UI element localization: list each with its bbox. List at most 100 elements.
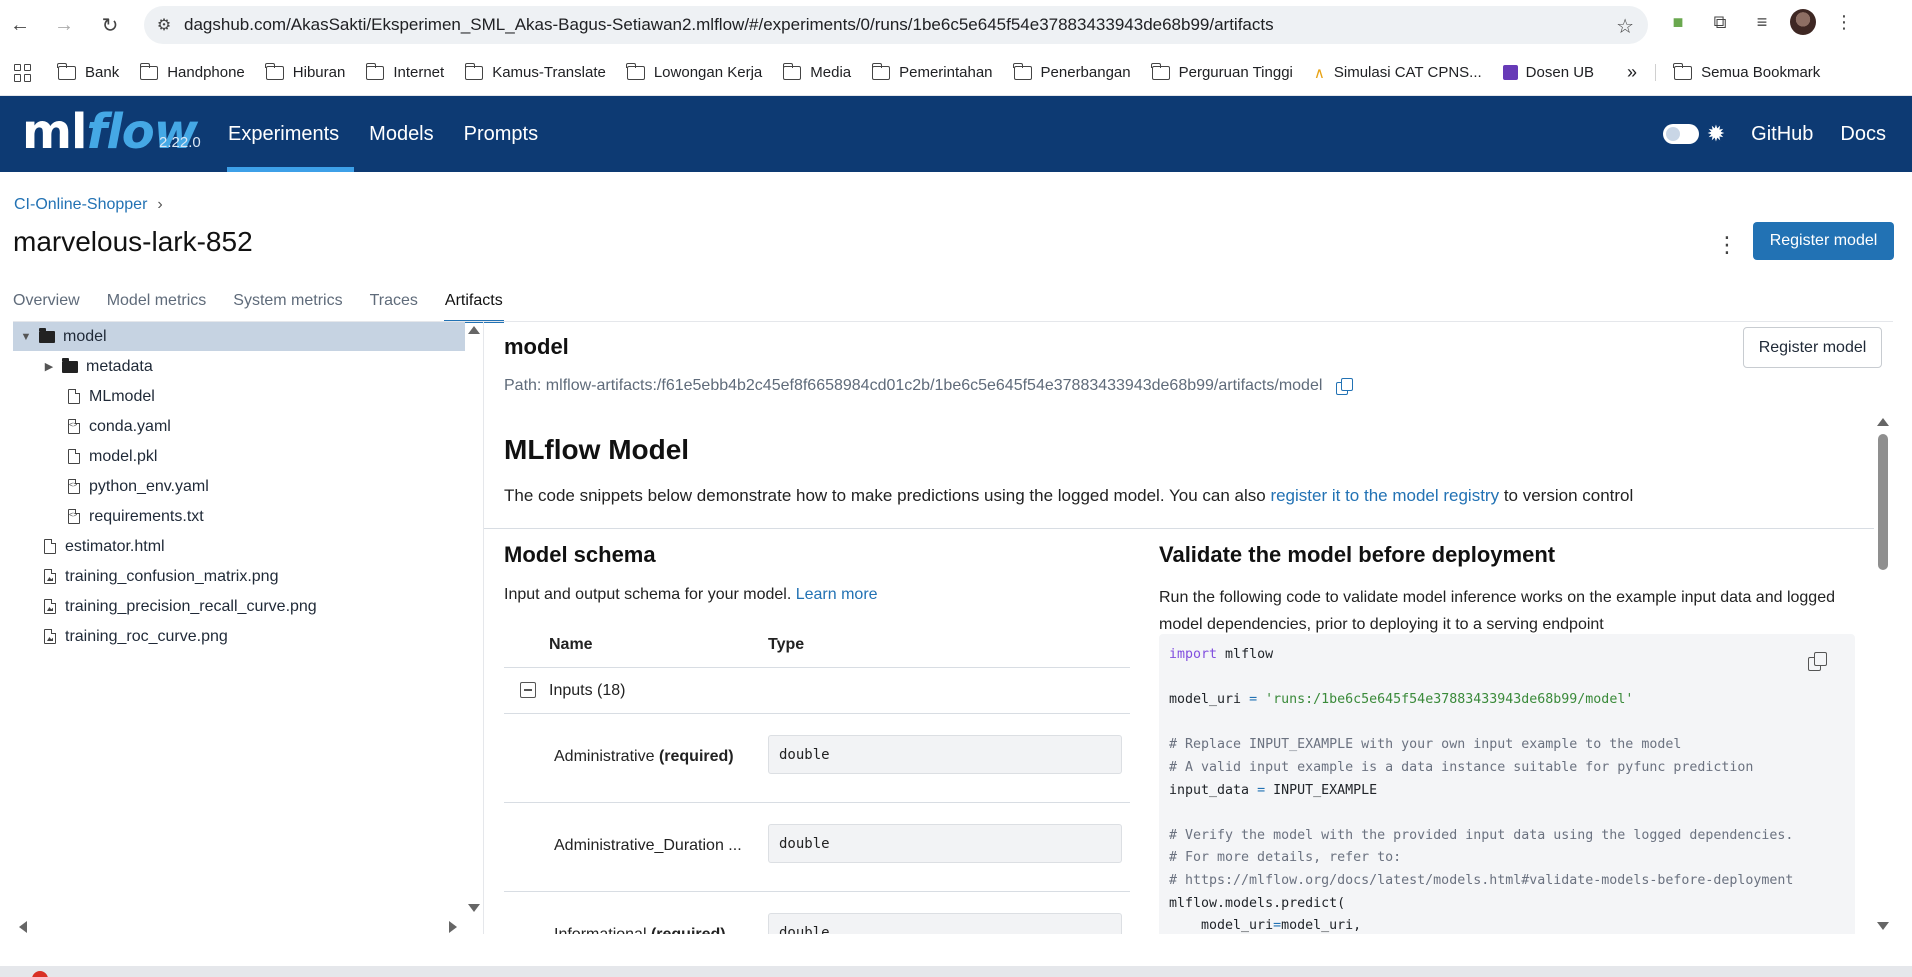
more-options-icon[interactable]: ⋮: [1716, 232, 1738, 258]
reload-icon[interactable]: ↻: [92, 7, 128, 43]
code-snippet[interactable]: import mlflow model_uri = 'runs:/1be6c5e…: [1159, 634, 1855, 934]
tree-item-mlmodel[interactable]: MLmodel: [13, 382, 465, 411]
url-text[interactable]: dagshub.com/AkasSakti/Eksperimen_SML_Aka…: [184, 15, 1274, 35]
schema-description-text: Input and output schema for your model.: [504, 586, 796, 603]
nav-prompts[interactable]: Prompts: [463, 96, 553, 172]
tree-item-roc-curve[interactable]: training_roc_curve.png: [13, 622, 465, 651]
bookmarks-bar: Bank Handphone Hiburan Internet Kamus-Tr…: [0, 50, 1912, 96]
bookmark-star-icon[interactable]: ☆: [1616, 14, 1634, 39]
schema-heading: Model schema: [504, 542, 656, 567]
scroll-down-icon[interactable]: [1877, 922, 1889, 930]
code-comment: # Replace INPUT_EXAMPLE with your own in…: [1169, 737, 1682, 753]
tree-item-conda-yaml[interactable]: conda.yaml: [13, 412, 465, 441]
bookmark-link[interactable]: Dosen UB: [1502, 64, 1594, 81]
tree-vertical-scrollbar[interactable]: [465, 322, 483, 922]
tree-item-model-pkl[interactable]: model.pkl: [13, 442, 465, 471]
inputs-group-row[interactable]: Inputs (18): [504, 668, 1130, 714]
tree-item-requirements-txt[interactable]: requirements.txt: [13, 502, 465, 531]
nav-models[interactable]: Models: [368, 96, 448, 172]
browser-menu-icon[interactable]: ⋮: [1830, 8, 1858, 36]
mlflow-logo[interactable]: mlflow: [22, 104, 198, 160]
field-name-text: Administrative_Duration ...: [554, 837, 742, 854]
docs-link[interactable]: Docs: [1840, 123, 1886, 146]
register-model-secondary-button[interactable]: Register model: [1743, 327, 1882, 368]
code-operator: =: [1257, 782, 1266, 798]
site-info-icon[interactable]: ⚙: [144, 15, 184, 35]
artifact-name: model: [504, 334, 569, 359]
code-comment: # Verify the model with the provided inp…: [1169, 827, 1794, 843]
github-link[interactable]: GitHub: [1751, 123, 1813, 146]
breadcrumb-experiment-link[interactable]: CI-Online-Shopper: [14, 196, 147, 213]
code-comment: # A valid input example is a data instan…: [1169, 759, 1754, 775]
bookmark-folder[interactable]: Handphone: [139, 62, 245, 81]
learn-more-link[interactable]: Learn more: [796, 586, 878, 603]
tree-item-label: training_precision_recall_curve.png: [65, 597, 317, 615]
copy-code-icon[interactable]: [1808, 652, 1827, 671]
code-file-icon: [68, 509, 80, 524]
dosen-favicon-icon: [1502, 65, 1518, 80]
code-text: INPUT_EXAMPLE: [1265, 782, 1378, 798]
bookmark-folder[interactable]: Perguruan Tinggi: [1151, 62, 1293, 81]
model-details-pane: MLflow Model The code snippets below dem…: [484, 412, 1874, 934]
tab-overview[interactable]: Overview: [13, 292, 80, 322]
forward-icon[interactable]: →: [46, 7, 82, 43]
taskbar-app-icon[interactable]: [32, 971, 48, 977]
tree-item-label: conda.yaml: [89, 417, 171, 435]
bookmark-folder[interactable]: Internet: [365, 62, 444, 81]
bookmark-folder[interactable]: Media: [782, 62, 851, 81]
content-vertical-scrollbar[interactable]: [1874, 412, 1892, 934]
back-icon[interactable]: ←: [2, 7, 38, 43]
tab-traces[interactable]: Traces: [370, 292, 418, 322]
tree-item-estimator-html[interactable]: estimator.html: [13, 532, 465, 561]
tree-horizontal-scrollbar[interactable]: [13, 918, 465, 934]
scroll-up-icon[interactable]: [1877, 418, 1889, 426]
tab-artifacts[interactable]: Artifacts: [443, 292, 504, 323]
simulasi-favicon-icon: ∧: [1313, 64, 1325, 82]
scroll-down-icon[interactable]: [468, 904, 480, 912]
bookmark-folder[interactable]: Bank: [57, 62, 119, 81]
reading-list-icon[interactable]: ≡: [1748, 8, 1776, 36]
scroll-left-icon[interactable]: [19, 921, 27, 933]
extensions-puzzle-icon[interactable]: ⧉: [1706, 8, 1734, 36]
bookmark-folder[interactable]: Hiburan: [265, 62, 345, 81]
address-bar[interactable]: ⚙ dagshub.com/AkasSakti/Eksperimen_SML_A…: [144, 6, 1648, 44]
tab-system-metrics[interactable]: System metrics: [233, 292, 342, 322]
bookmark-link[interactable]: ∧ Simulasi CAT CPNS...: [1314, 64, 1482, 82]
tree-item-model[interactable]: ▼ model: [13, 322, 465, 351]
register-registry-link[interactable]: register it to the model registry: [1270, 486, 1499, 505]
scrollbar-thumb[interactable]: [1878, 434, 1888, 570]
nav-experiments[interactable]: Experiments: [227, 96, 355, 172]
column-header-name: Name: [549, 636, 593, 653]
scroll-right-icon[interactable]: [449, 921, 457, 933]
apps-grid-icon[interactable]: [14, 63, 32, 82]
tree-item-metadata[interactable]: ▶ metadata: [13, 352, 465, 381]
collapse-toggle-icon[interactable]: ▼: [19, 331, 33, 343]
file-icon: [68, 389, 80, 404]
collapse-minus-icon[interactable]: [520, 682, 536, 698]
code-comment: # https://mlflow.org/docs/latest/models.…: [1169, 872, 1794, 888]
copy-path-icon[interactable]: [1336, 378, 1354, 395]
register-model-button[interactable]: Register model: [1753, 222, 1894, 260]
code-file-icon: [68, 479, 80, 494]
bookmark-folder[interactable]: Kamus-Translate: [464, 62, 606, 81]
tab-model-metrics[interactable]: Model metrics: [107, 292, 207, 322]
code-operator: =: [1249, 692, 1258, 708]
extension-icon[interactable]: ■: [1664, 8, 1692, 36]
page-title: marvelous-lark-852: [13, 226, 253, 257]
sun-icon[interactable]: ✹: [1707, 121, 1725, 147]
bookmark-folder[interactable]: Lowongan Kerja: [626, 62, 762, 81]
tree-item-confusion-matrix[interactable]: training_confusion_matrix.png: [13, 562, 465, 591]
theme-toggle[interactable]: [1662, 124, 1699, 144]
all-bookmarks-folder[interactable]: Semua Bookmark: [1655, 62, 1820, 81]
section-divider: [484, 528, 1874, 529]
bookmark-folder[interactable]: Penerbangan: [1012, 62, 1131, 81]
scroll-up-icon[interactable]: [468, 326, 480, 334]
profile-avatar[interactable]: [1790, 9, 1816, 35]
tree-item-precision-recall[interactable]: training_precision_recall_curve.png: [13, 592, 465, 621]
bookmark-folder[interactable]: Pemerintahan: [871, 62, 993, 81]
bookmarks-overflow-icon[interactable]: »: [1627, 62, 1637, 83]
required-label: (required): [658, 748, 734, 765]
expand-toggle-icon[interactable]: ▶: [42, 360, 56, 373]
tree-item-python-env-yaml[interactable]: python_env.yaml: [13, 472, 465, 501]
